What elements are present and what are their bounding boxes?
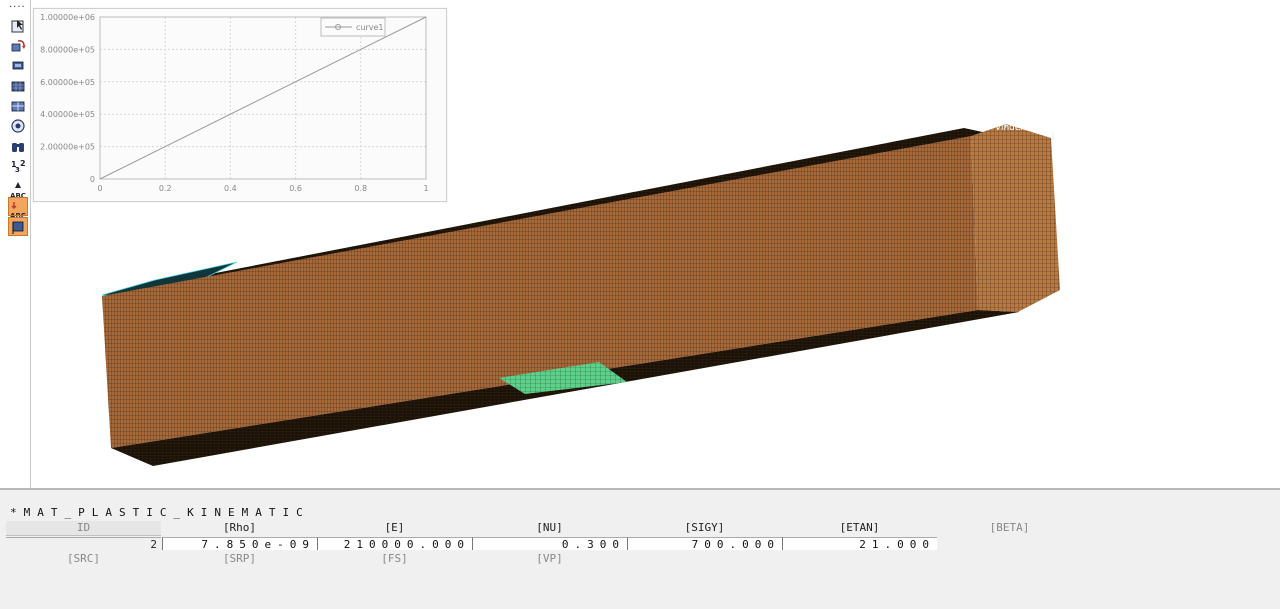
x-tick-label: 0.2: [159, 184, 172, 193]
field-header-src: [SRC]: [66, 552, 101, 565]
x-tick-label: 0.6: [289, 184, 302, 193]
hidden-line-icon[interactable]: [9, 97, 27, 114]
field-header-e: [E]: [384, 521, 405, 534]
x-tick-label: 1: [423, 184, 428, 193]
field-nu-input[interactable]: 0.300: [472, 537, 627, 551]
left-toolbar: ···· 132 ABC ABC: [0, 0, 31, 488]
node-annotation-label: NodePnt = 2.00e-01: [1087, 123, 1179, 133]
rotate-view-icon[interactable]: [9, 37, 27, 54]
y-tick-label: 8.00000e+05: [40, 45, 95, 54]
node-annotation-label: NodePnt = 2.00e-01: [1037, 104, 1129, 114]
field-header-beta: [BETA]: [989, 521, 1030, 534]
field-header-etan: [ETAN]: [839, 521, 880, 534]
mesh-view-icon[interactable]: [9, 77, 27, 94]
model-view-icon[interactable]: [9, 57, 27, 74]
field-header-srp: [SRP]: [222, 552, 257, 565]
field-header-fs: [FS]: [381, 552, 408, 565]
y-tick-label: 0: [90, 175, 95, 184]
field-header-nu: [NU]: [536, 521, 563, 534]
find-icon[interactable]: [9, 117, 27, 134]
x-tick-label: 0: [97, 184, 102, 193]
field-header-id: ID: [6, 521, 161, 536]
field-e-input[interactable]: 210000.000: [317, 537, 472, 551]
x-tick-label: 0.4: [224, 184, 237, 193]
field-etan-input[interactable]: 21.000: [782, 537, 937, 551]
field-header-sigy: [SIGY]: [684, 521, 725, 534]
curve-chart: 1.00000e+06 8.00000e+05 6.00000e+05 4.00000…: [40, 13, 428, 193]
y-tick-label: 4.00000e+05: [40, 110, 95, 119]
field-header-vp: [VP]: [536, 552, 563, 565]
svg-text:2: 2: [20, 159, 26, 168]
field-header-rho: [Rho]: [222, 521, 257, 534]
select-entities-icon[interactable]: [9, 17, 27, 34]
curve1-line: [99, 16, 427, 180]
x-tick-label: 0.8: [354, 184, 367, 193]
toolbar-grip[interactable]: ····: [9, 2, 26, 13]
abc-arrow-label-icon[interactable]: ABC: [8, 197, 28, 219]
node-annotation-label: Vinderline = 2.00e-01: [995, 123, 1094, 133]
abc-label-icon[interactable]: ABC: [9, 178, 27, 199]
beam-end-face[interactable]: [971, 124, 1060, 312]
field-rho-input[interactable]: 7.850e-09: [162, 537, 317, 551]
binoculars-icon[interactable]: [9, 137, 27, 154]
flag-icon[interactable]: [8, 217, 28, 236]
numbering-icon[interactable]: 132: [9, 157, 27, 174]
keyword-card-editor: *MAT_PLASTIC_KINEMATIC ID [Rho] [E] [NU]…: [0, 490, 1280, 609]
curve-plot-panel[interactable]: 1.00000e+06 8.00000e+05 6.00000e+05 4.00000…: [33, 8, 447, 202]
y-tick-label: 6.00000e+05: [40, 78, 95, 87]
y-tick-label: 1.00000e+06: [40, 13, 95, 22]
field-sigy-input[interactable]: 700.000: [627, 537, 782, 551]
y-tick-label: 2.00000e+05: [40, 143, 95, 152]
card-title: *MAT_PLASTIC_KINEMATIC: [10, 506, 310, 519]
legend-label: curve1: [356, 23, 384, 32]
field-id-value[interactable]: 2: [6, 537, 161, 551]
